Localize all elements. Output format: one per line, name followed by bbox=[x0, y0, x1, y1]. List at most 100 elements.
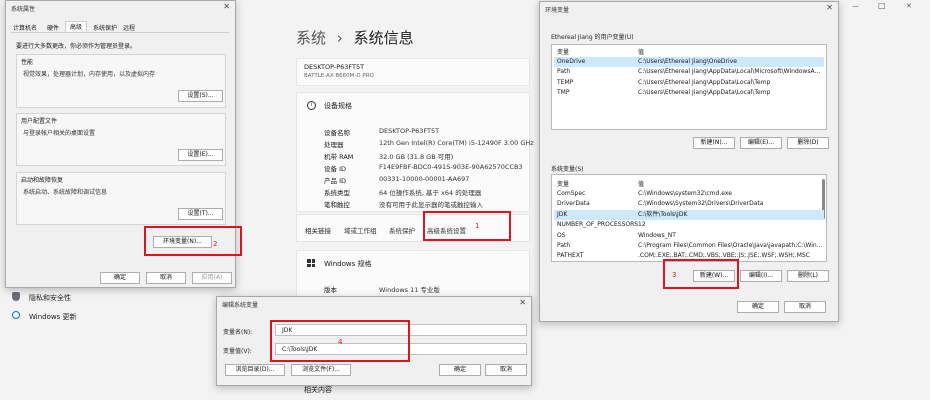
nav-item-privacy[interactable]: 隐私和安全性 bbox=[12, 292, 192, 302]
variable-name-label: 变量名(N): bbox=[223, 329, 253, 336]
column-header-var[interactable]: 变量 bbox=[557, 179, 569, 188]
minimize-button[interactable]: — bbox=[852, 2, 859, 10]
device-card: DESKTOP-P63FT5T BATTLE-AX B660M-D PRO bbox=[296, 58, 530, 86]
column-header-val[interactable]: 值 bbox=[638, 179, 644, 188]
close-icon[interactable]: ✕ bbox=[826, 3, 833, 12]
table-row[interactable]: NUMBER_OF_PROCESSORS 12 bbox=[554, 220, 824, 230]
related-label: 相关链接 bbox=[305, 227, 331, 235]
column-header-val[interactable]: 值 bbox=[638, 47, 644, 56]
tab-bar: 计算机名 硬件 高级 系统保护 远程 bbox=[11, 21, 229, 33]
spec-value: 12th Gen Intel(R) Core(TM) i5-12490F 3.0… bbox=[379, 139, 534, 147]
table-row[interactable]: ComSpec C:\Windows\system32\cmd.exe bbox=[554, 189, 824, 199]
annotation-number-4: 4 bbox=[338, 338, 343, 346]
variable-name-cell: Path bbox=[557, 68, 571, 76]
spec-label: 笔和触控 bbox=[324, 201, 350, 209]
table-row[interactable]: OS Windows_NT bbox=[554, 231, 824, 241]
tab-hardware[interactable]: 硬件 bbox=[47, 23, 59, 32]
user-new-button[interactable]: 新建(N)... bbox=[693, 137, 735, 149]
user-profile-settings-button[interactable]: 设置(E)... bbox=[178, 149, 223, 161]
breadcrumb-separator: › bbox=[336, 29, 343, 47]
close-button[interactable]: ✕ bbox=[906, 2, 912, 10]
edition-label: 版本 bbox=[324, 286, 337, 294]
table-row[interactable]: Path C:\Users\Ethereal Jiang\AppData\Loca… bbox=[554, 67, 824, 77]
windows-spec-card: Windows 规格 版本 Windows 11 专业版 bbox=[296, 250, 530, 300]
info-icon: i bbox=[307, 101, 316, 110]
variable-value-cell: C:\Program Files\Common Files\Oracle\Jav… bbox=[638, 242, 823, 249]
annotation-number-2: 2 bbox=[213, 240, 218, 248]
spec-label: 设备 ID bbox=[324, 165, 346, 173]
group-title-startup-recovery: 启动和故障恢复 bbox=[21, 177, 64, 184]
shield-icon bbox=[12, 292, 20, 301]
variable-name-cell: OS bbox=[557, 231, 566, 239]
cancel-button[interactable]: 取消 bbox=[146, 272, 186, 284]
annotation-number-1: 1 bbox=[475, 222, 480, 230]
dialog-title: 编辑系统变量 bbox=[222, 302, 259, 309]
system-edit-button[interactable]: 编辑(I)... bbox=[740, 270, 782, 282]
edition-value: Windows 11 专业版 bbox=[379, 286, 440, 294]
device-spec-card: i 设备规格 设备名称 DESKTOP-P63FT5T 处理器 12th Gen In… bbox=[296, 92, 534, 212]
performance-group: 性能 视觉效果，处理器计划，内存使用，以及虚拟内存 设置(S)... bbox=[16, 54, 226, 108]
highlight-box-advanced-settings bbox=[423, 211, 511, 241]
nav-label-windows-update: Windows 更新 bbox=[29, 313, 77, 321]
user-vars-label: Ethereal Jiang 的用户变量(U) bbox=[551, 34, 634, 41]
browse-directory-button[interactable]: 浏览目录(D)... bbox=[225, 364, 285, 376]
breadcrumb: 系统 › 系统信息 bbox=[296, 27, 414, 48]
tab-computer-name[interactable]: 计算机名 bbox=[13, 23, 37, 32]
table-row[interactable]: DriverData C:\Windows\System32\Drivers\Dr… bbox=[554, 199, 824, 209]
startup-settings-button[interactable]: 设置(T)... bbox=[178, 208, 223, 220]
variable-name-cell: NUMBER_OF_PROCESSORS bbox=[557, 221, 639, 229]
maximize-button[interactable]: □ bbox=[878, 1, 886, 10]
apply-button[interactable]: 应用(A) bbox=[192, 272, 232, 284]
user-vars-list[interactable]: 变量 值 OneDrive C:\Users\Ethereal Jiang\One… bbox=[551, 44, 827, 130]
close-icon[interactable]: ✕ bbox=[519, 298, 526, 307]
performance-settings-button[interactable]: 设置(S)... bbox=[178, 90, 223, 102]
variable-name-cell: ComSpec bbox=[557, 190, 586, 197]
tab-system-protection[interactable]: 系统保护 bbox=[93, 23, 117, 32]
system-vars-label: 系统变量(S) bbox=[551, 166, 584, 173]
tab-remote[interactable]: 远程 bbox=[123, 23, 135, 32]
ok-button[interactable]: 确定 bbox=[100, 272, 140, 284]
table-row[interactable]: Path C:\Program Files\Common Files\Oracle… bbox=[554, 241, 824, 251]
tab-advanced[interactable]: 高级 bbox=[65, 21, 87, 32]
device-model: BATTLE-AX B660M-D PRO bbox=[304, 73, 374, 79]
about-heading: 相关内容 bbox=[304, 386, 332, 394]
user-delete-button[interactable]: 删除(D) bbox=[787, 137, 829, 149]
group-desc-user-profile: 与登录帐户相关的桌面设置 bbox=[23, 130, 96, 137]
user-edit-button[interactable]: 编辑(E)... bbox=[740, 137, 782, 149]
system-delete-button[interactable]: 删除(L) bbox=[787, 270, 829, 282]
group-desc-startup-recovery: 系统启动、系统故障和调试信息 bbox=[23, 189, 108, 196]
highlight-box-env-button bbox=[144, 226, 242, 256]
spec-label: 机带 RAM bbox=[324, 153, 354, 161]
windows-spec-title: Windows 规格 bbox=[324, 260, 372, 268]
variable-value-cell: C:\Windows\System32\Drivers\DriverData bbox=[638, 200, 764, 208]
close-icon[interactable]: ✕ bbox=[223, 2, 230, 11]
table-row[interactable]: TMP C:\Users\Ethereal Jiang\AppData\Local… bbox=[554, 88, 824, 98]
spec-label: 产品 ID bbox=[324, 177, 346, 185]
ok-button[interactable]: 确定 bbox=[737, 301, 779, 313]
link-system-protection[interactable]: 系统保护 bbox=[389, 225, 415, 235]
column-header-var[interactable]: 变量 bbox=[557, 47, 569, 56]
variable-value-cell: 12 bbox=[638, 221, 646, 229]
admin-note: 要进行大多数更改，你必须作为管理员登录。 bbox=[16, 43, 137, 50]
breadcrumb-root[interactable]: 系统 bbox=[296, 29, 326, 47]
browse-file-button[interactable]: 浏览文件(F)... bbox=[291, 364, 351, 376]
variable-value-label: 变量值(V): bbox=[223, 348, 252, 355]
system-vars-list[interactable]: 变量 值 ComSpec C:\Windows\system32\cmd.exe D… bbox=[551, 174, 827, 262]
variable-value-cell: C:\Windows\system32\cmd.exe bbox=[638, 190, 732, 197]
ok-button[interactable]: 确定 bbox=[439, 364, 481, 376]
update-icon bbox=[12, 311, 20, 319]
spec-value: 32.0 GB (31.8 GB 可用) bbox=[379, 153, 454, 161]
table-row[interactable]: TEMP C:\Users\Ethereal Jiang\AppData\Loca… bbox=[554, 78, 824, 88]
variable-name-cell: OneDrive bbox=[557, 58, 586, 65]
nav-label-privacy: 隐私和安全性 bbox=[29, 294, 71, 302]
link-domain-workgroup[interactable]: 域或工作组 bbox=[344, 225, 377, 235]
spec-value: 没有可用于此显示器的笔或触控输入 bbox=[379, 201, 483, 209]
cancel-button[interactable]: 取消 bbox=[485, 364, 527, 376]
nav-item-windows-update[interactable]: Windows 更新 bbox=[12, 311, 192, 321]
variable-name-cell: JDK bbox=[557, 210, 568, 218]
cancel-button[interactable]: 取消 bbox=[784, 301, 826, 313]
table-row[interactable]: OneDrive C:\Users\Ethereal Jiang\OneDrive bbox=[554, 57, 824, 67]
page-title: 系统信息 bbox=[353, 29, 414, 47]
user-profile-group: 用户配置文件 与登录帐户相关的桌面设置 设置(E)... bbox=[16, 113, 226, 166]
table-row[interactable]: JDK C:\软件\Tools\JDK bbox=[554, 209, 824, 220]
